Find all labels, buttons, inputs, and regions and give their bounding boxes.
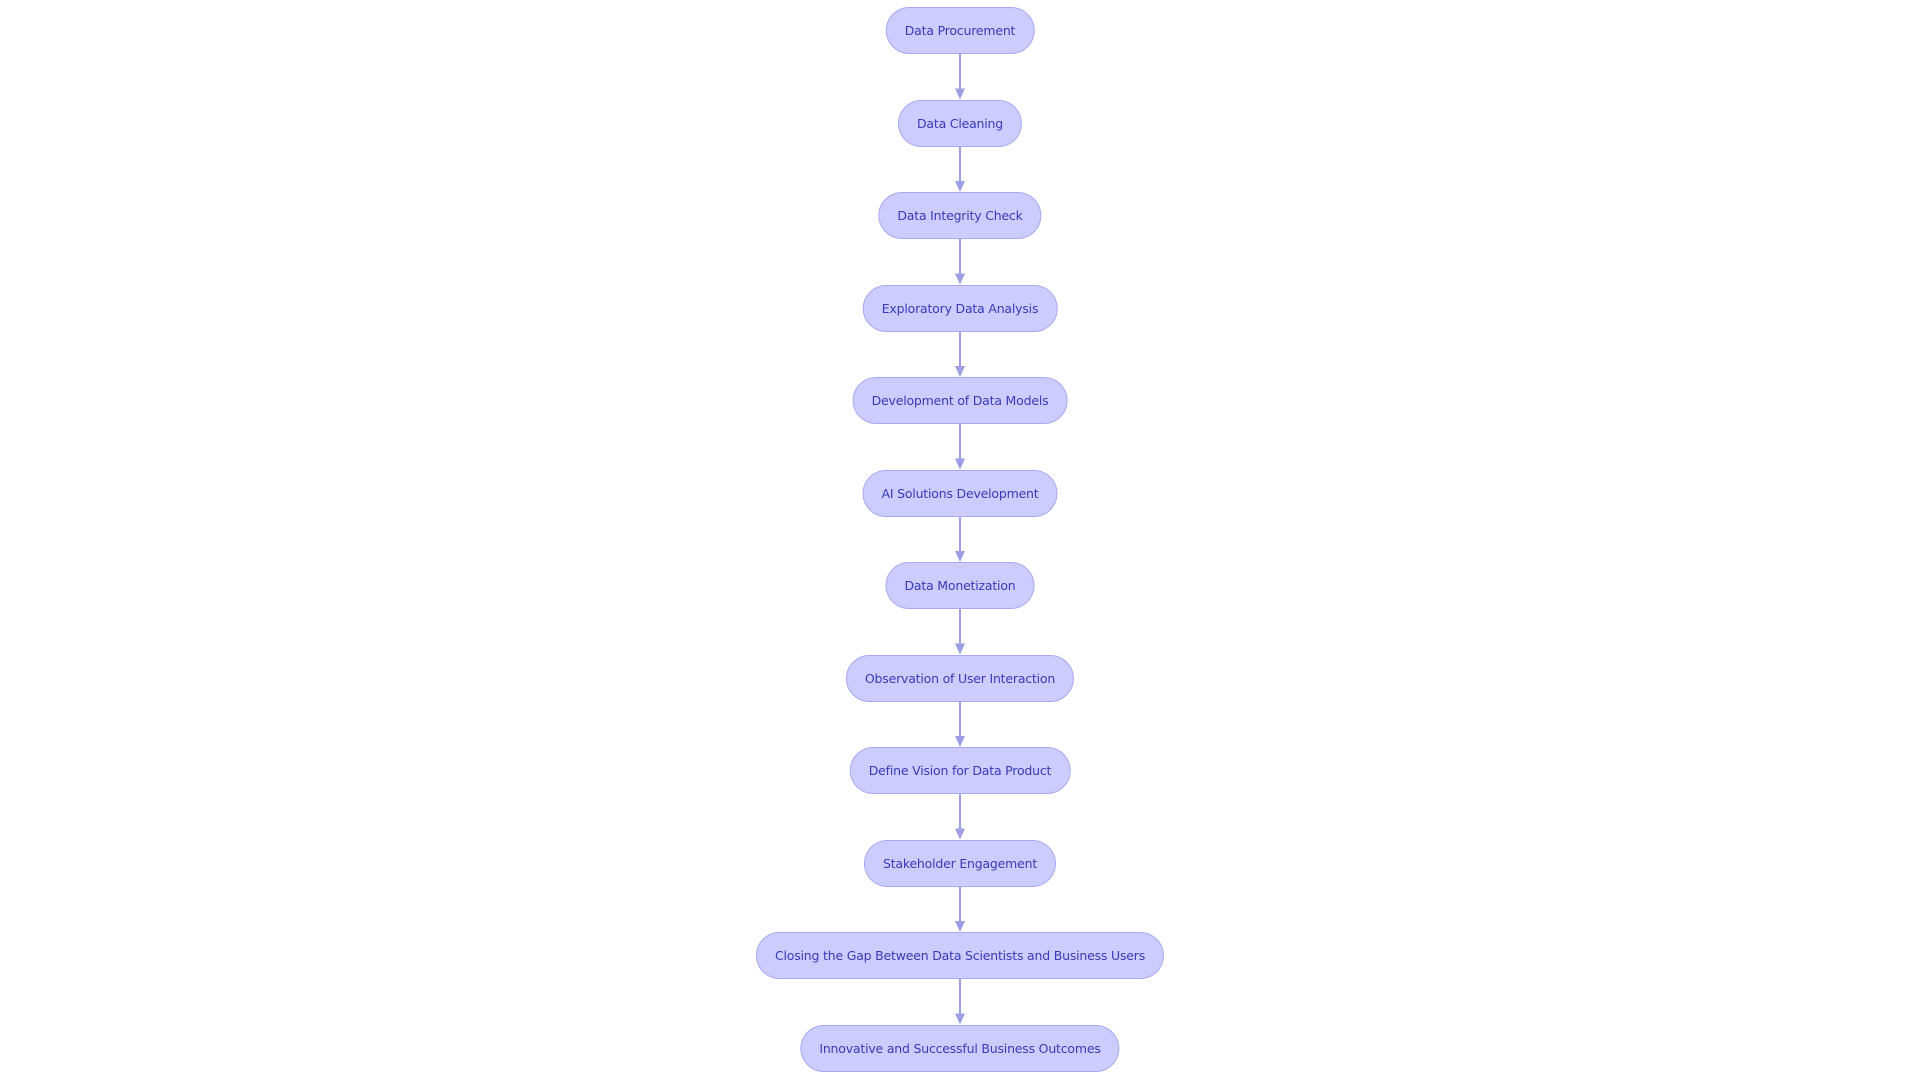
node-data-monetization[interactable]: Data Monetization bbox=[885, 562, 1035, 609]
arrowhead-icon bbox=[955, 828, 965, 840]
node-define-vision[interactable]: Define Vision for Data Product bbox=[849, 747, 1071, 794]
node-data-procurement[interactable]: Data Procurement bbox=[885, 7, 1035, 54]
arrowhead-icon bbox=[955, 366, 965, 377]
arrowhead-icon bbox=[955, 1013, 965, 1025]
node-exploratory-data-analysis[interactable]: Exploratory Data Analysis bbox=[862, 284, 1058, 332]
flowchart: Data Procurement Data Cleaning Data Inte… bbox=[0, 0, 1920, 1080]
arrowhead-icon bbox=[955, 921, 965, 932]
node-observation-of-user-interaction[interactable]: Observation of User Interaction bbox=[845, 654, 1075, 702]
arrowhead-icon bbox=[955, 88, 965, 100]
arrowhead-icon bbox=[955, 181, 965, 192]
node-data-integrity-check[interactable]: Data Integrity Check bbox=[878, 192, 1042, 239]
node-closing-the-gap[interactable]: Closing the Gap Between Data Scientists … bbox=[755, 932, 1165, 979]
node-development-of-data-models[interactable]: Development of Data Models bbox=[852, 377, 1068, 424]
arrowhead-icon bbox=[955, 643, 965, 655]
node-data-cleaning[interactable]: Data Cleaning bbox=[897, 99, 1023, 147]
node-business-outcomes[interactable]: Innovative and Successful Business Outco… bbox=[800, 1024, 1120, 1072]
arrowhead-icon bbox=[955, 273, 965, 285]
arrowhead-icon bbox=[955, 551, 965, 562]
edge-layer bbox=[955, 54, 965, 1025]
arrowhead-icon bbox=[955, 458, 965, 470]
arrowhead-icon bbox=[955, 736, 965, 747]
node-stakeholder-engagement[interactable]: Stakeholder Engagement bbox=[863, 839, 1057, 887]
node-ai-solutions-development[interactable]: AI Solutions Development bbox=[862, 469, 1058, 517]
